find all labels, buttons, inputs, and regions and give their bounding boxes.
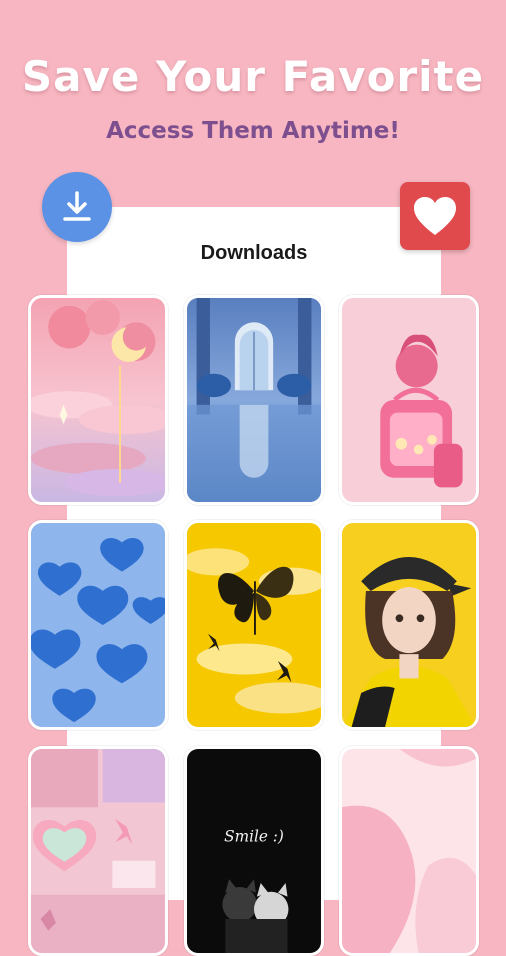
pink-abstract-image	[342, 749, 476, 953]
wallpaper-pink-abstract[interactable]	[339, 746, 479, 956]
wallpaper-pink-heart-collage[interactable]	[28, 746, 168, 956]
promo-headline: Save Your Favorite	[21, 52, 485, 101]
smile-cats-image: Smile :)	[187, 749, 321, 953]
pink-clouds-image	[31, 298, 165, 502]
download-icon	[63, 191, 91, 221]
wallpaper-anime-girl[interactable]	[339, 520, 479, 730]
smile-caption: Smile :)	[224, 827, 284, 845]
heart-icon	[414, 197, 456, 235]
yellow-butterflies-image	[187, 523, 321, 727]
download-button[interactable]	[42, 172, 112, 242]
blue-hall-image	[187, 298, 321, 502]
panel-title: Downloads	[200, 242, 308, 264]
wallpaper-blue-hearts[interactable]	[28, 520, 168, 730]
wallpaper-pink-clouds[interactable]	[28, 295, 168, 505]
anime-girl-image	[342, 523, 476, 727]
pink-heart-collage-image	[31, 749, 165, 953]
blue-hearts-image	[31, 523, 165, 727]
favorite-button[interactable]	[400, 182, 470, 250]
wallpaper-blue-hall[interactable]	[184, 295, 324, 505]
pink-backpack-image	[342, 298, 476, 502]
wallpaper-smile-cats[interactable]: Smile :)	[184, 746, 324, 956]
wallpaper-yellow-butterflies[interactable]	[184, 520, 324, 730]
promo-subheadline: Access Them Anytime!	[106, 118, 400, 144]
wallpaper-pink-backpack[interactable]	[339, 295, 479, 505]
